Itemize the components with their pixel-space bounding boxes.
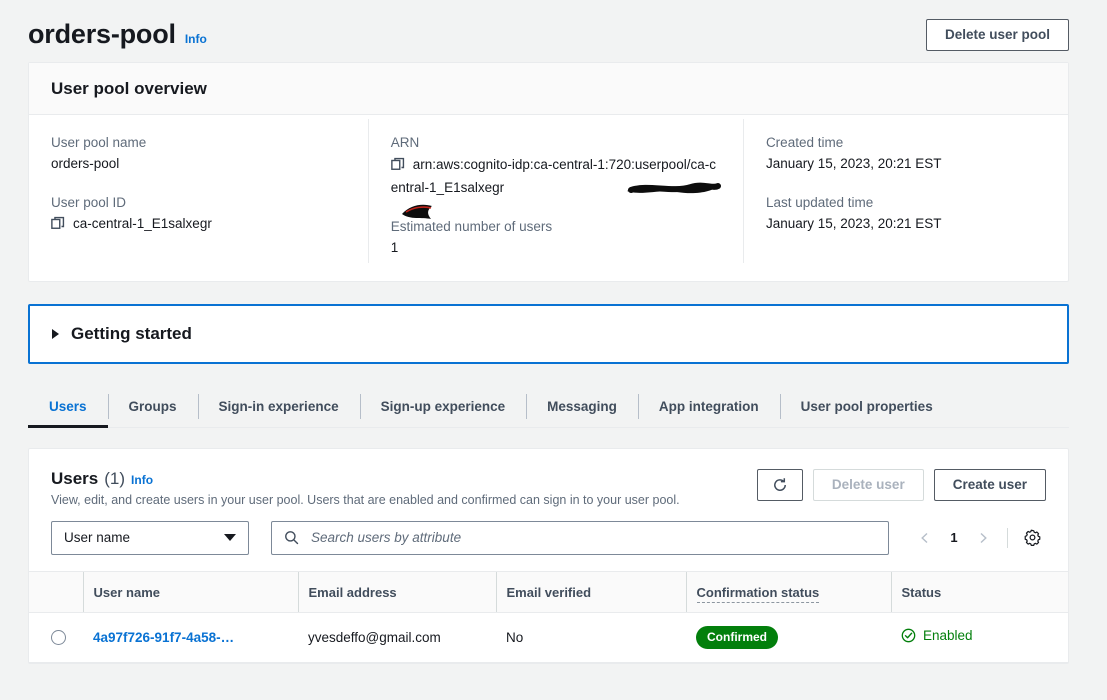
row-select-cell — [29, 612, 83, 663]
user-pool-id-label: User pool ID — [51, 194, 127, 210]
attribute-filter-value: User name — [64, 530, 131, 546]
arn-label: ARN — [390, 135, 420, 150]
page-info-link[interactable]: Info — [185, 32, 207, 46]
refresh-button[interactable] — [756, 468, 803, 501]
created-time-label: Created time — [765, 135, 844, 150]
cell-user-name: 4a97f726-91f7-4a58-… — [83, 612, 298, 663]
users-table: User name Email address Email verified C… — [29, 570, 1068, 663]
check-circle-icon — [901, 628, 916, 643]
pagination-previous-button[interactable] — [911, 524, 939, 552]
user-pool-detail-page: orders-pool Info Delete user pool User p… — [0, 0, 1107, 700]
column-header-email-address[interactable]: Email address — [297, 570, 496, 613]
arn-value-row: arn:aws:cognito-idp:ca-central-1:720:use… — [390, 154, 721, 219]
tab-messaging[interactable]: Messaging — [526, 386, 638, 427]
users-table-body: 4a97f726-91f7-4a58-… yvesdeffo@gmail.com… — [29, 612, 1068, 663]
estimated-users-value: 1 — [390, 239, 399, 255]
copy-icon[interactable] — [51, 216, 65, 237]
pagination-page-number[interactable]: 1 — [943, 530, 965, 545]
select-column-header — [29, 570, 83, 613]
search-icon — [285, 531, 299, 545]
column-header-confirmation-status[interactable]: Confirmation status — [685, 570, 891, 613]
overview-body: User pool name orders-pool User pool ID … — [29, 115, 1068, 281]
users-panel: Users (1) Info View, edit, and create us… — [28, 447, 1069, 664]
overview-column-identity: User pool name orders-pool User pool ID … — [29, 119, 368, 263]
chevron-down-icon — [224, 534, 236, 542]
users-table-head: User name Email address Email verified C… — [29, 570, 1068, 613]
getting-started-section[interactable]: Getting started — [28, 303, 1069, 364]
attribute-filter-select[interactable]: User name — [51, 520, 249, 555]
table-header-row: User name Email address Email verified C… — [29, 570, 1068, 613]
page-title: orders-pool — [28, 19, 176, 50]
enabled-status-label: Enabled — [923, 628, 973, 644]
tab-sign-in-experience[interactable]: Sign-in experience — [197, 386, 360, 427]
last-updated-time-value: January 15, 2023, 20:21 EST — [765, 215, 942, 231]
pagination: 1 — [911, 524, 1046, 552]
cell-email-address: yvesdeffo@gmail.com — [298, 612, 496, 663]
created-time-value: January 15, 2023, 20:21 EST — [765, 156, 942, 171]
arn-value-line1: arn:aws:cognito-idp:ca-central-1: — [412, 157, 609, 172]
cell-status: Enabled — [891, 612, 1068, 663]
confirmation-status-label: Confirmation status — [696, 584, 820, 603]
column-header-user-name[interactable]: User name — [82, 570, 298, 613]
tab-groups[interactable]: Groups — [107, 386, 198, 427]
overview-heading: User pool overview — [51, 79, 207, 98]
user-pool-id-row: ca-central-1_E1salxegr — [51, 214, 346, 237]
users-filter-row: User name 1 — [29, 520, 1068, 571]
tab-app-integration[interactable]: App integration — [637, 386, 780, 427]
delete-user-button[interactable]: Delete user — [812, 468, 924, 501]
column-header-email-verified[interactable]: Email verified — [495, 570, 686, 613]
overview-column-arn: ARN arn:aws:cognito-idp:ca-central-1:720… — [367, 119, 743, 263]
users-title-text: Users — [51, 468, 99, 488]
page-title-group: orders-pool Info — [28, 19, 207, 50]
pagination-divider — [1007, 527, 1008, 548]
users-actions: Delete user Create user — [756, 468, 1046, 501]
last-updated-time-label: Last updated time — [765, 194, 874, 210]
table-preferences-button[interactable] — [1018, 524, 1046, 552]
tab-sign-up-experience[interactable]: Sign-up experience — [359, 386, 527, 427]
users-title-group: Users (1) Info View, edit, and create us… — [51, 469, 680, 507]
page-header: orders-pool Info Delete user pool — [0, 0, 1107, 62]
tab-users[interactable]: Users — [28, 386, 108, 428]
chevron-left-icon — [921, 532, 928, 543]
search-input[interactable] — [309, 529, 876, 547]
status-badge: Confirmed — [696, 625, 778, 649]
refresh-icon — [773, 477, 786, 491]
gear-icon — [1024, 529, 1040, 547]
user-name-link[interactable]: 4a97f726-91f7-4a58-… — [93, 630, 234, 645]
user-pool-overview-card: User pool overview User pool name orders… — [28, 62, 1069, 282]
users-description: View, edit, and create users in your use… — [51, 492, 680, 507]
user-pool-name-label: User pool name — [51, 135, 147, 150]
estimated-users-label: Estimated number of users — [390, 218, 553, 234]
overview-column-times: Created time January 15, 2023, 20:21 EST… — [742, 119, 1068, 263]
row-radio-button[interactable] — [51, 629, 66, 645]
tab-user-pool-properties[interactable]: User pool properties — [779, 386, 954, 427]
users-count: (1) — [104, 468, 126, 488]
cell-confirmation-status: Confirmed — [686, 612, 891, 663]
user-pool-id-value: ca-central-1_E1salxegr — [73, 215, 212, 231]
chevron-right-icon — [52, 328, 59, 339]
redaction-mark-1 — [626, 182, 721, 194]
chevron-right-icon — [980, 532, 987, 543]
users-panel-header: Users (1) Info View, edit, and create us… — [29, 449, 1068, 521]
tab-bar: Users Groups Sign-in experience Sign-up … — [28, 386, 1069, 428]
overview-card-header: User pool overview — [29, 63, 1068, 115]
user-pool-name-value: orders-pool — [51, 156, 120, 171]
column-header-status[interactable]: Status — [890, 570, 1068, 613]
getting-started-title: Getting started — [71, 323, 192, 343]
users-heading: Users (1) Info — [51, 469, 680, 489]
pagination-next-button[interactable] — [969, 524, 997, 552]
create-user-button[interactable]: Create user — [933, 468, 1046, 501]
cell-email-verified: No — [496, 612, 686, 663]
copy-icon[interactable] — [390, 156, 405, 177]
enabled-status: Enabled — [901, 628, 973, 643]
search-box[interactable] — [271, 520, 889, 555]
arn-line2-prefix: 72 — [608, 157, 624, 172]
table-row[interactable]: 4a97f726-91f7-4a58-… yvesdeffo@gmail.com… — [29, 612, 1068, 663]
users-info-link[interactable]: Info — [131, 473, 153, 487]
delete-user-pool-button[interactable]: Delete user pool — [925, 19, 1069, 51]
